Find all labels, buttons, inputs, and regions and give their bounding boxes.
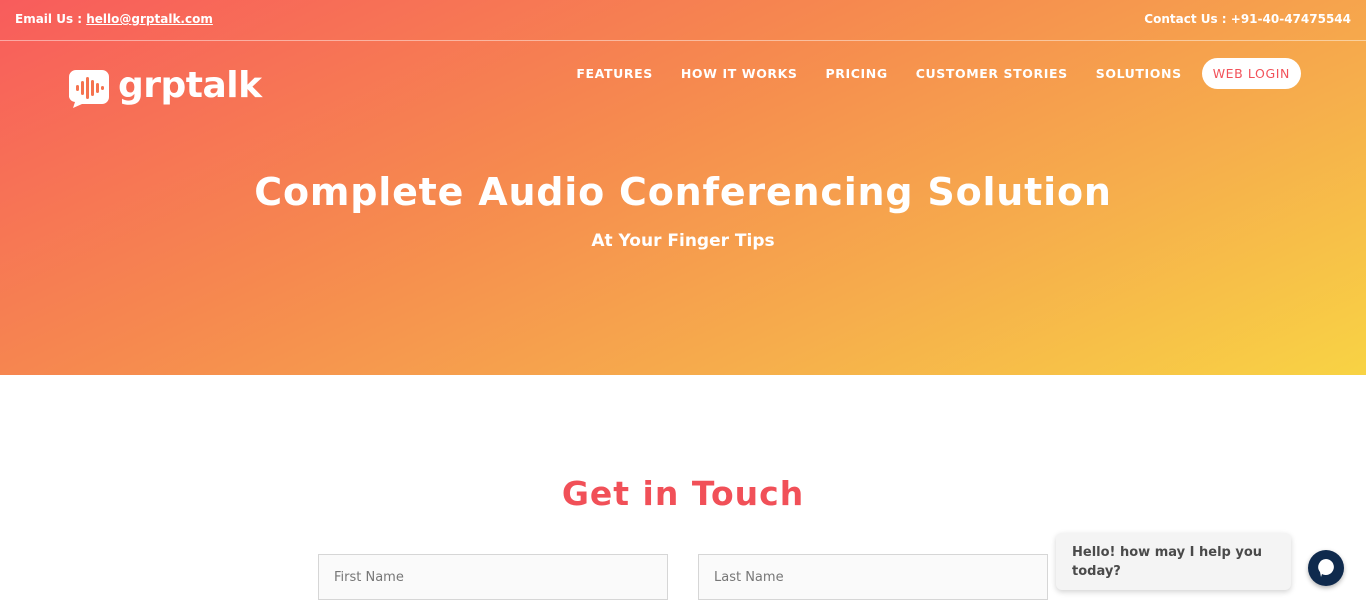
email-info: Email Us : hello@grptalk.com (15, 12, 213, 26)
email-link[interactable]: hello@grptalk.com (86, 12, 213, 26)
brand-logo[interactable]: grptalk (68, 66, 262, 110)
chat-icon (1318, 559, 1334, 577)
first-name-input[interactable] (318, 554, 668, 600)
nav-solutions[interactable]: SOLUTIONS (1096, 66, 1182, 81)
get-in-touch-title: Get in Touch (561, 474, 805, 513)
hero-title: Complete Audio Conferencing Solution (254, 170, 1112, 214)
web-login-button[interactable]: WEB LOGIN (1201, 58, 1301, 89)
last-name-input[interactable] (698, 554, 1048, 600)
main-nav: FEATURES HOW IT WORKS PRICING CUSTOMER S… (548, 58, 1301, 89)
chat-launcher-button[interactable] (1308, 550, 1344, 586)
email-label: Email Us : (15, 12, 87, 26)
nav-how-it-works[interactable]: HOW IT WORKS (681, 66, 798, 81)
nav-pricing[interactable]: PRICING (826, 66, 888, 81)
chat-greeting-bubble[interactable]: Hello! how may I help you today? (1056, 533, 1291, 590)
audio-wave-icon (69, 70, 109, 108)
top-bar: Email Us : hello@grptalk.com Contact Us … (0, 0, 1366, 41)
brand-name: grptalk (118, 65, 262, 106)
hero-subtitle: At Your Finger Tips (591, 231, 775, 251)
nav-features[interactable]: FEATURES (576, 66, 652, 81)
contact-phone: Contact Us : +91-40-47475544 (1144, 12, 1351, 26)
nav-customer-stories[interactable]: CUSTOMER STORIES (916, 66, 1068, 81)
hero-banner: Email Us : hello@grptalk.com Contact Us … (0, 0, 1366, 375)
